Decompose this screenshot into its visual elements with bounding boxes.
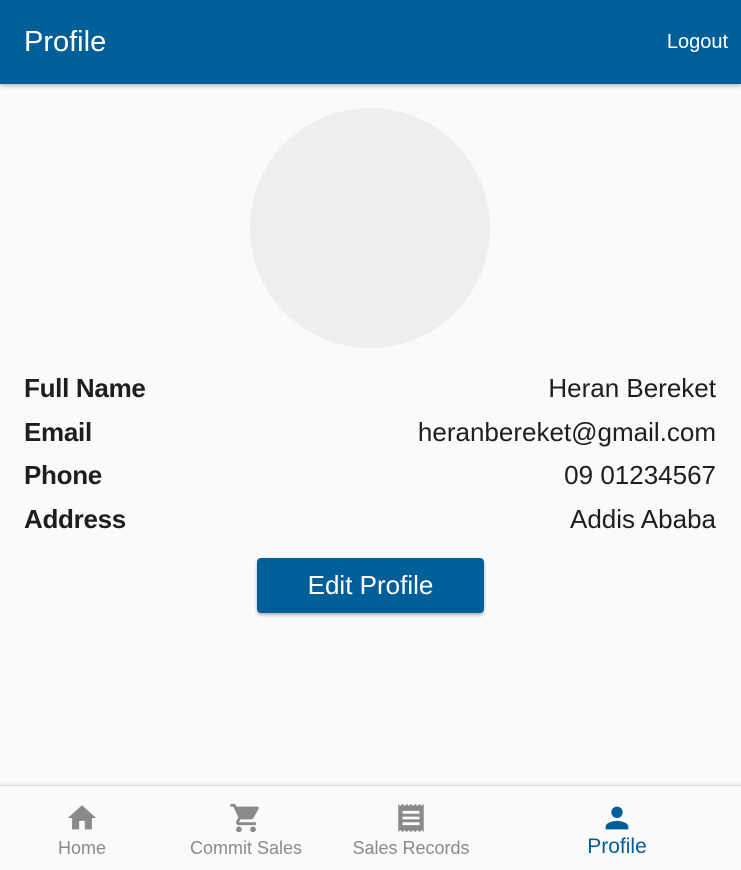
nav-item-sales-records[interactable]: Sales Records [341,786,481,870]
profile-screen: Profile Logout Full Name Heran Bereket E… [0,0,741,870]
nav-item-commit-sales[interactable]: Commit Sales [176,786,316,870]
info-row-phone: Phone 09 01234567 [24,454,716,498]
person-icon [605,806,629,830]
email-label: Email [24,416,92,447]
nav-label-sales-records: Sales Records [352,838,470,858]
nav-label-profile: Profile [587,835,647,858]
page-title: Profile [24,25,107,58]
profile-info: Full Name Heran Bereket Email heranberek… [24,367,716,541]
info-row-address: Address Addis Ababa [24,498,716,542]
nav-item-profile[interactable]: Profile [567,786,667,870]
home-icon [67,805,97,830]
cart-icon [230,803,259,833]
phone-label: Phone [24,460,102,491]
nav-item-home[interactable]: Home [32,786,132,870]
email-value: heranbereket@gmail.com [417,416,716,447]
address-value: Addis Ababa [569,503,716,534]
receipt-icon [398,803,424,833]
app-bar: Profile Logout [0,0,741,84]
logout-button[interactable]: Logout [659,23,728,62]
full-name-label: Full Name [24,373,146,404]
bottom-navigation: Home Commit Sales Sales Records Profile [0,785,741,870]
nav-label-commit-sales: Commit Sales [189,838,303,858]
avatar [250,108,490,348]
info-row-email: Email heranbereket@gmail.com [24,411,716,455]
nav-label-home: Home [57,838,106,858]
edit-profile-button[interactable]: Edit Profile [257,558,484,613]
info-row-full-name: Full Name Heran Bereket [24,367,716,411]
address-label: Address [24,503,126,534]
phone-value: 09 01234567 [564,460,716,491]
full-name-value: Heran Bereket [548,373,716,404]
